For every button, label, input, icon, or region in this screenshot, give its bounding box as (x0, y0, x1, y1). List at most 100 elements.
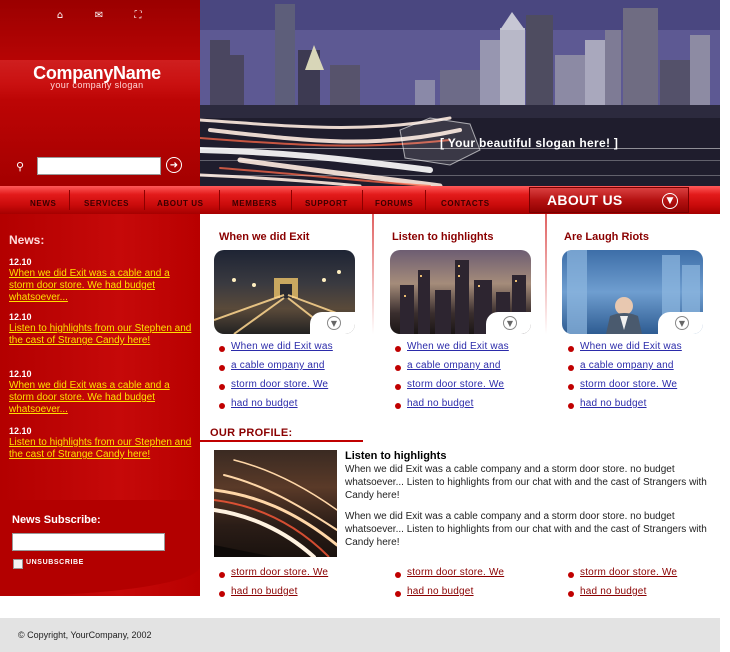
news-link[interactable]: When we did Exit was a cable and a storm… (9, 268, 197, 304)
list-item: When we did Exit was (219, 341, 379, 360)
subscribe-email-field[interactable] (12, 533, 165, 551)
bullet (395, 346, 401, 352)
column-link[interactable]: storm door store. We (580, 379, 677, 390)
bottom-link[interactable]: storm door store. We (407, 567, 504, 578)
bullet (568, 384, 574, 390)
profile-heading: Listen to highlights (345, 450, 447, 462)
bullet (395, 384, 401, 390)
nav-separator (291, 190, 292, 210)
company-slogan: your company slogan (50, 80, 144, 90)
bottom-link[interactable]: storm door store. We (231, 567, 328, 578)
city-skyline-illustration (200, 0, 720, 186)
nav-members[interactable]: MEMBERS (232, 199, 277, 208)
list-item: had no budget (395, 586, 555, 605)
news-date: 12.10 (9, 257, 32, 267)
bullet (395, 591, 401, 597)
key-icon: ⚲ (16, 160, 25, 173)
column-link[interactable]: storm door store. We (231, 379, 328, 390)
column-3-photo[interactable]: ▼ (562, 250, 703, 334)
nav-separator (425, 190, 426, 210)
bottom-links-3: storm door store. We had no budget (568, 567, 728, 605)
bullet (568, 572, 574, 578)
about-us-section-tab[interactable]: ABOUT US ▼ (529, 187, 689, 213)
photo-slogan: [ Your beautiful slogan here! ] (440, 136, 619, 150)
column-link[interactable]: When we did Exit was (231, 341, 333, 352)
column-divider (372, 214, 374, 334)
column-title: When we did Exit (219, 231, 310, 243)
profile-title: OUR PROFILE: (210, 427, 293, 439)
list-item: storm door store. We (219, 567, 379, 586)
nav-separator (362, 190, 363, 210)
nav-about-us[interactable]: ABOUT US (157, 199, 204, 208)
column-link[interactable]: When we did Exit was (580, 341, 682, 352)
profile-paragraph: When we did Exit was a cable company and… (345, 464, 707, 501)
column-link[interactable]: a cable ompany and (407, 360, 501, 371)
bottom-link[interactable]: had no budget (407, 586, 474, 597)
bullet (568, 591, 574, 597)
bullet (395, 572, 401, 578)
list-item: storm door store. We (568, 379, 728, 398)
list-item: storm door store. We (219, 379, 379, 398)
column-link[interactable]: When we did Exit was (407, 341, 509, 352)
bullet (219, 403, 225, 409)
list-item: a cable ompany and (219, 360, 379, 379)
list-item: had no budget (395, 398, 555, 417)
news-date: 12.10 (9, 369, 32, 379)
list-item: had no budget (219, 398, 379, 417)
nav-separator (69, 190, 70, 210)
list-item: a cable ompany and (395, 360, 555, 379)
column-link[interactable]: had no budget (407, 398, 474, 409)
bottom-link[interactable]: storm door store. We (580, 567, 677, 578)
list-item: storm door store. We (395, 567, 555, 586)
list-item: had no budget (219, 586, 379, 605)
arrow-right-circle-icon[interactable]: ➜ (166, 157, 182, 173)
bottom-link[interactable]: had no budget (231, 586, 298, 597)
bullet (395, 365, 401, 371)
column-link[interactable]: storm door store. We (407, 379, 504, 390)
news-link[interactable]: Listen to highlights from our Stephen an… (9, 323, 197, 347)
sitemap-icon[interactable]: ⛶ (132, 10, 144, 22)
nav-services[interactable]: SERVICES (84, 199, 129, 208)
main-navigation: NEWS SERVICES ABOUT US MEMBERS SUPPORT F… (0, 186, 720, 214)
more-button[interactable]: ▼ (310, 312, 355, 334)
column-3-links: When we did Exit was a cable ompany and … (568, 341, 728, 417)
list-item: had no budget (568, 586, 728, 605)
unsubscribe-checkbox[interactable] (13, 559, 23, 569)
news-heading: News: (9, 233, 45, 247)
news-link[interactable]: Listen to highlights from our Stephen an… (9, 437, 197, 461)
copyright-text: © Copyright, YourCompany, 2002 (18, 630, 152, 640)
footer: © Copyright, YourCompany, 2002 (0, 618, 720, 652)
search-input[interactable] (37, 157, 161, 175)
column-link[interactable]: a cable ompany and (231, 360, 325, 371)
list-item: storm door store. We (568, 567, 728, 586)
column-link[interactable]: had no budget (231, 398, 298, 409)
profile-divider (200, 440, 363, 442)
nav-news[interactable]: NEWS (30, 199, 56, 208)
mail-icon[interactable]: ✉ (93, 10, 105, 22)
home-icon[interactable]: ⌂ (54, 10, 66, 22)
column-2-photo[interactable]: ▼ (390, 250, 531, 334)
arrow-down-circle-icon[interactable]: ▼ (662, 193, 678, 209)
list-item: When we did Exit was (395, 341, 555, 360)
bottom-links-2: storm door store. We had no budget (395, 567, 555, 605)
column-link[interactable]: a cable ompany and (580, 360, 674, 371)
arrow-down-circle-icon: ▼ (675, 316, 689, 330)
news-date: 12.10 (9, 426, 32, 436)
highway-lights-illustration (214, 459, 337, 557)
nav-forums[interactable]: FORUMS (375, 199, 413, 208)
column-1-links: When we did Exit was a cable ompany and … (219, 341, 379, 417)
list-item: When we did Exit was (568, 341, 728, 360)
arrow-down-circle-icon: ▼ (327, 316, 341, 330)
news-link[interactable]: When we did Exit was a cable and a storm… (9, 380, 197, 416)
column-1-photo[interactable]: ▼ (214, 250, 355, 334)
nav-separator (219, 190, 220, 210)
nav-support[interactable]: SUPPORT (305, 199, 348, 208)
more-button[interactable]: ▼ (486, 312, 531, 334)
more-button[interactable]: ▼ (658, 312, 703, 334)
bottom-link[interactable]: had no budget (580, 586, 647, 597)
column-link[interactable]: had no budget (580, 398, 647, 409)
bullet (219, 365, 225, 371)
nav-contacts[interactable]: CONTACTS (441, 199, 490, 208)
bullet (568, 403, 574, 409)
bullet (219, 384, 225, 390)
